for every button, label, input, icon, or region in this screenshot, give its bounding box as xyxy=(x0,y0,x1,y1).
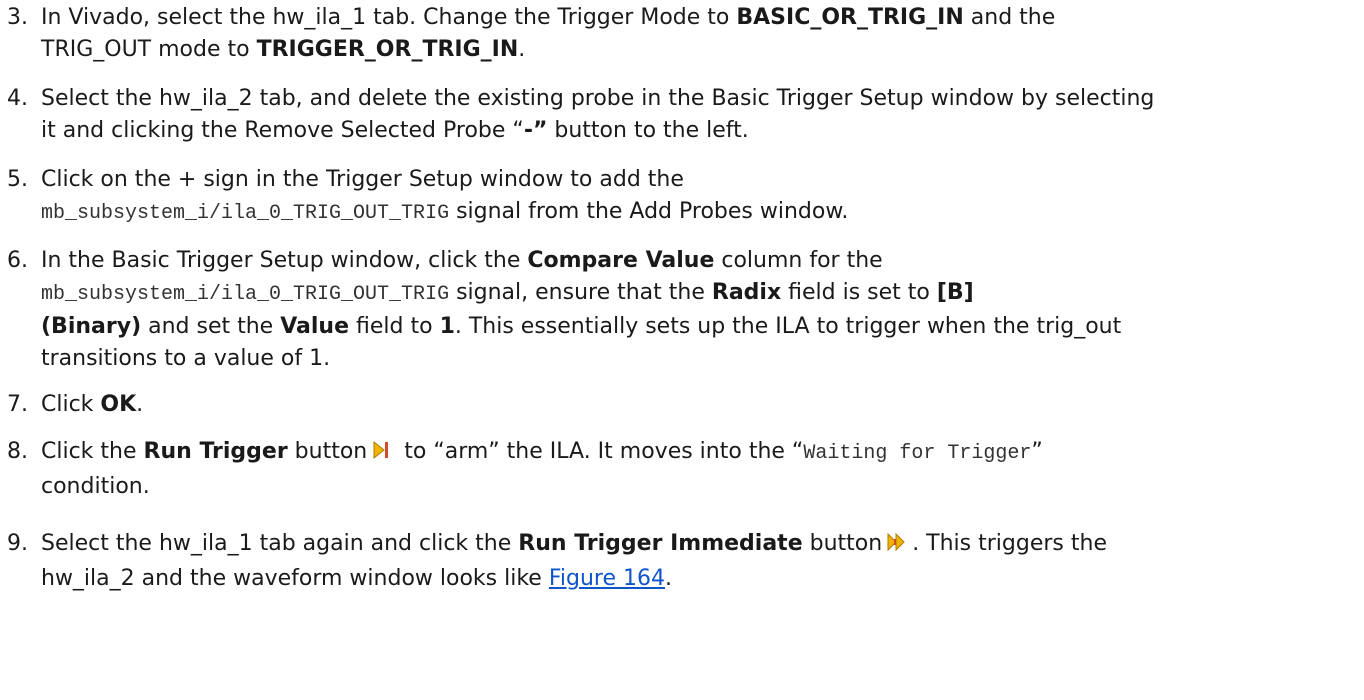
step-text: Select the hw_ila_2 tab, and delete the … xyxy=(41,83,1359,147)
bold-term: Run Trigger xyxy=(143,439,288,464)
bold-term: -” xyxy=(523,118,548,143)
text-run: . This triggers the xyxy=(912,531,1107,556)
step-number: 5. xyxy=(7,167,28,192)
bold-term: BASIC_OR_TRIG_IN xyxy=(736,5,964,30)
signal-name: mb_subsystem_i/ila_0_TRIG_OUT_TRIG xyxy=(41,283,450,306)
text-run: In Vivado, select the hw_ila_1 tab. Chan… xyxy=(41,5,737,30)
bold-term: (Binary) xyxy=(41,314,142,339)
step-line: transitions to a value of 1. xyxy=(41,346,331,371)
text-run: Select the hw_ila_1 tab again and click … xyxy=(41,531,519,556)
step-text: Select the hw_ila_1 tab again and click … xyxy=(41,528,1359,595)
bold-term: 1 xyxy=(439,314,455,339)
step-text: Click OK. xyxy=(41,389,1359,421)
step-text: In Vivado, select the hw_ila_1 tab. Chan… xyxy=(41,2,1359,66)
text-run: and the xyxy=(963,5,1056,30)
step-number: 4. xyxy=(7,86,28,111)
text-run: signal from the Add Probes window. xyxy=(449,199,849,224)
text-run: Click the xyxy=(41,439,144,464)
text-run: . This essentially sets up the ILA to tr… xyxy=(454,314,1122,339)
step-line: condition. xyxy=(41,474,150,499)
text-run: and set the xyxy=(141,314,281,339)
step-line: TRIG_OUT mode to TRIGGER_OR_TRIG_IN. xyxy=(41,34,1359,66)
bold-term: Value xyxy=(280,314,350,339)
step-line: In the Basic Trigger Setup window, click… xyxy=(41,245,1359,277)
step-text: In the Basic Trigger Setup window, click… xyxy=(41,245,1359,375)
step-line: (Binary) and set the Value field to 1. T… xyxy=(41,311,1359,343)
step-line: In Vivado, select the hw_ila_1 tab. Chan… xyxy=(41,2,1359,34)
bold-term: TRIGGER_OR_TRIG_IN xyxy=(256,37,519,62)
text-run: to “arm” the ILA. It moves into the “ xyxy=(397,439,804,464)
step-line: mb_subsystem_i/ila_0_TRIG_OUT_TRIG signa… xyxy=(41,277,1359,311)
step-line: Select the hw_ila_1 tab again and click … xyxy=(41,528,1359,563)
text-run: . xyxy=(518,37,526,62)
text-run: . xyxy=(136,392,144,417)
step-text: Click the Run Trigger button to “arm” th… xyxy=(41,436,1359,503)
text-run: button xyxy=(802,531,883,556)
figure-link[interactable]: Figure 164 xyxy=(549,566,665,591)
text-run: button to the left. xyxy=(547,118,749,143)
signal-name: mb_subsystem_i/ila_0_TRIG_OUT_TRIG xyxy=(41,202,450,225)
text-run: field to xyxy=(349,314,440,339)
bold-term: Radix xyxy=(711,280,782,305)
step-line: Click on the + sign in the Trigger Setup… xyxy=(41,167,684,192)
text-run: hw_ila_2 and the waveform window looks l… xyxy=(41,566,549,591)
step-line: Click OK. xyxy=(41,389,1359,421)
step-line: it and clicking the Remove Selected Prob… xyxy=(41,115,1359,147)
bold-term: OK xyxy=(100,392,137,417)
bold-term: Run Trigger Immediate xyxy=(518,531,803,556)
bold-term: [B] xyxy=(936,280,974,305)
step-line: mb_subsystem_i/ila_0_TRIG_OUT_TRIG signa… xyxy=(41,196,1359,230)
step-line: hw_ila_2 and the waveform window looks l… xyxy=(41,563,1359,595)
run-trigger-icon xyxy=(371,439,393,471)
status-text: Waiting for Trigger xyxy=(803,442,1032,465)
step-number: 3. xyxy=(7,5,28,30)
text-run: column for the xyxy=(714,248,883,273)
step-number: 8. xyxy=(7,439,28,464)
text-run: Click xyxy=(41,392,101,417)
text-run: signal, ensure that the xyxy=(449,280,712,305)
step-number: 6. xyxy=(7,248,28,273)
step-text: Click on the + sign in the Trigger Setup… xyxy=(41,164,1359,230)
text-run: . xyxy=(664,566,672,591)
run-trigger-immediate-icon xyxy=(886,531,908,563)
text-run: In the Basic Trigger Setup window, click… xyxy=(41,248,528,273)
text-run: ” xyxy=(1031,439,1043,464)
text-run: button xyxy=(287,439,368,464)
step-line: Select the hw_ila_2 tab, and delete the … xyxy=(41,86,1155,111)
text-run: it and clicking the Remove Selected Prob… xyxy=(41,118,524,143)
text-run: TRIG_OUT mode to xyxy=(41,37,257,62)
step-number: 7. xyxy=(7,392,28,417)
step-line: Click the Run Trigger button to “arm” th… xyxy=(41,436,1359,471)
document-page: 3. In Vivado, select the hw_ila_1 tab. C… xyxy=(0,0,1364,700)
bold-term: Compare Value xyxy=(527,248,715,273)
step-number: 9. xyxy=(7,531,28,556)
text-run: field is set to xyxy=(781,280,937,305)
